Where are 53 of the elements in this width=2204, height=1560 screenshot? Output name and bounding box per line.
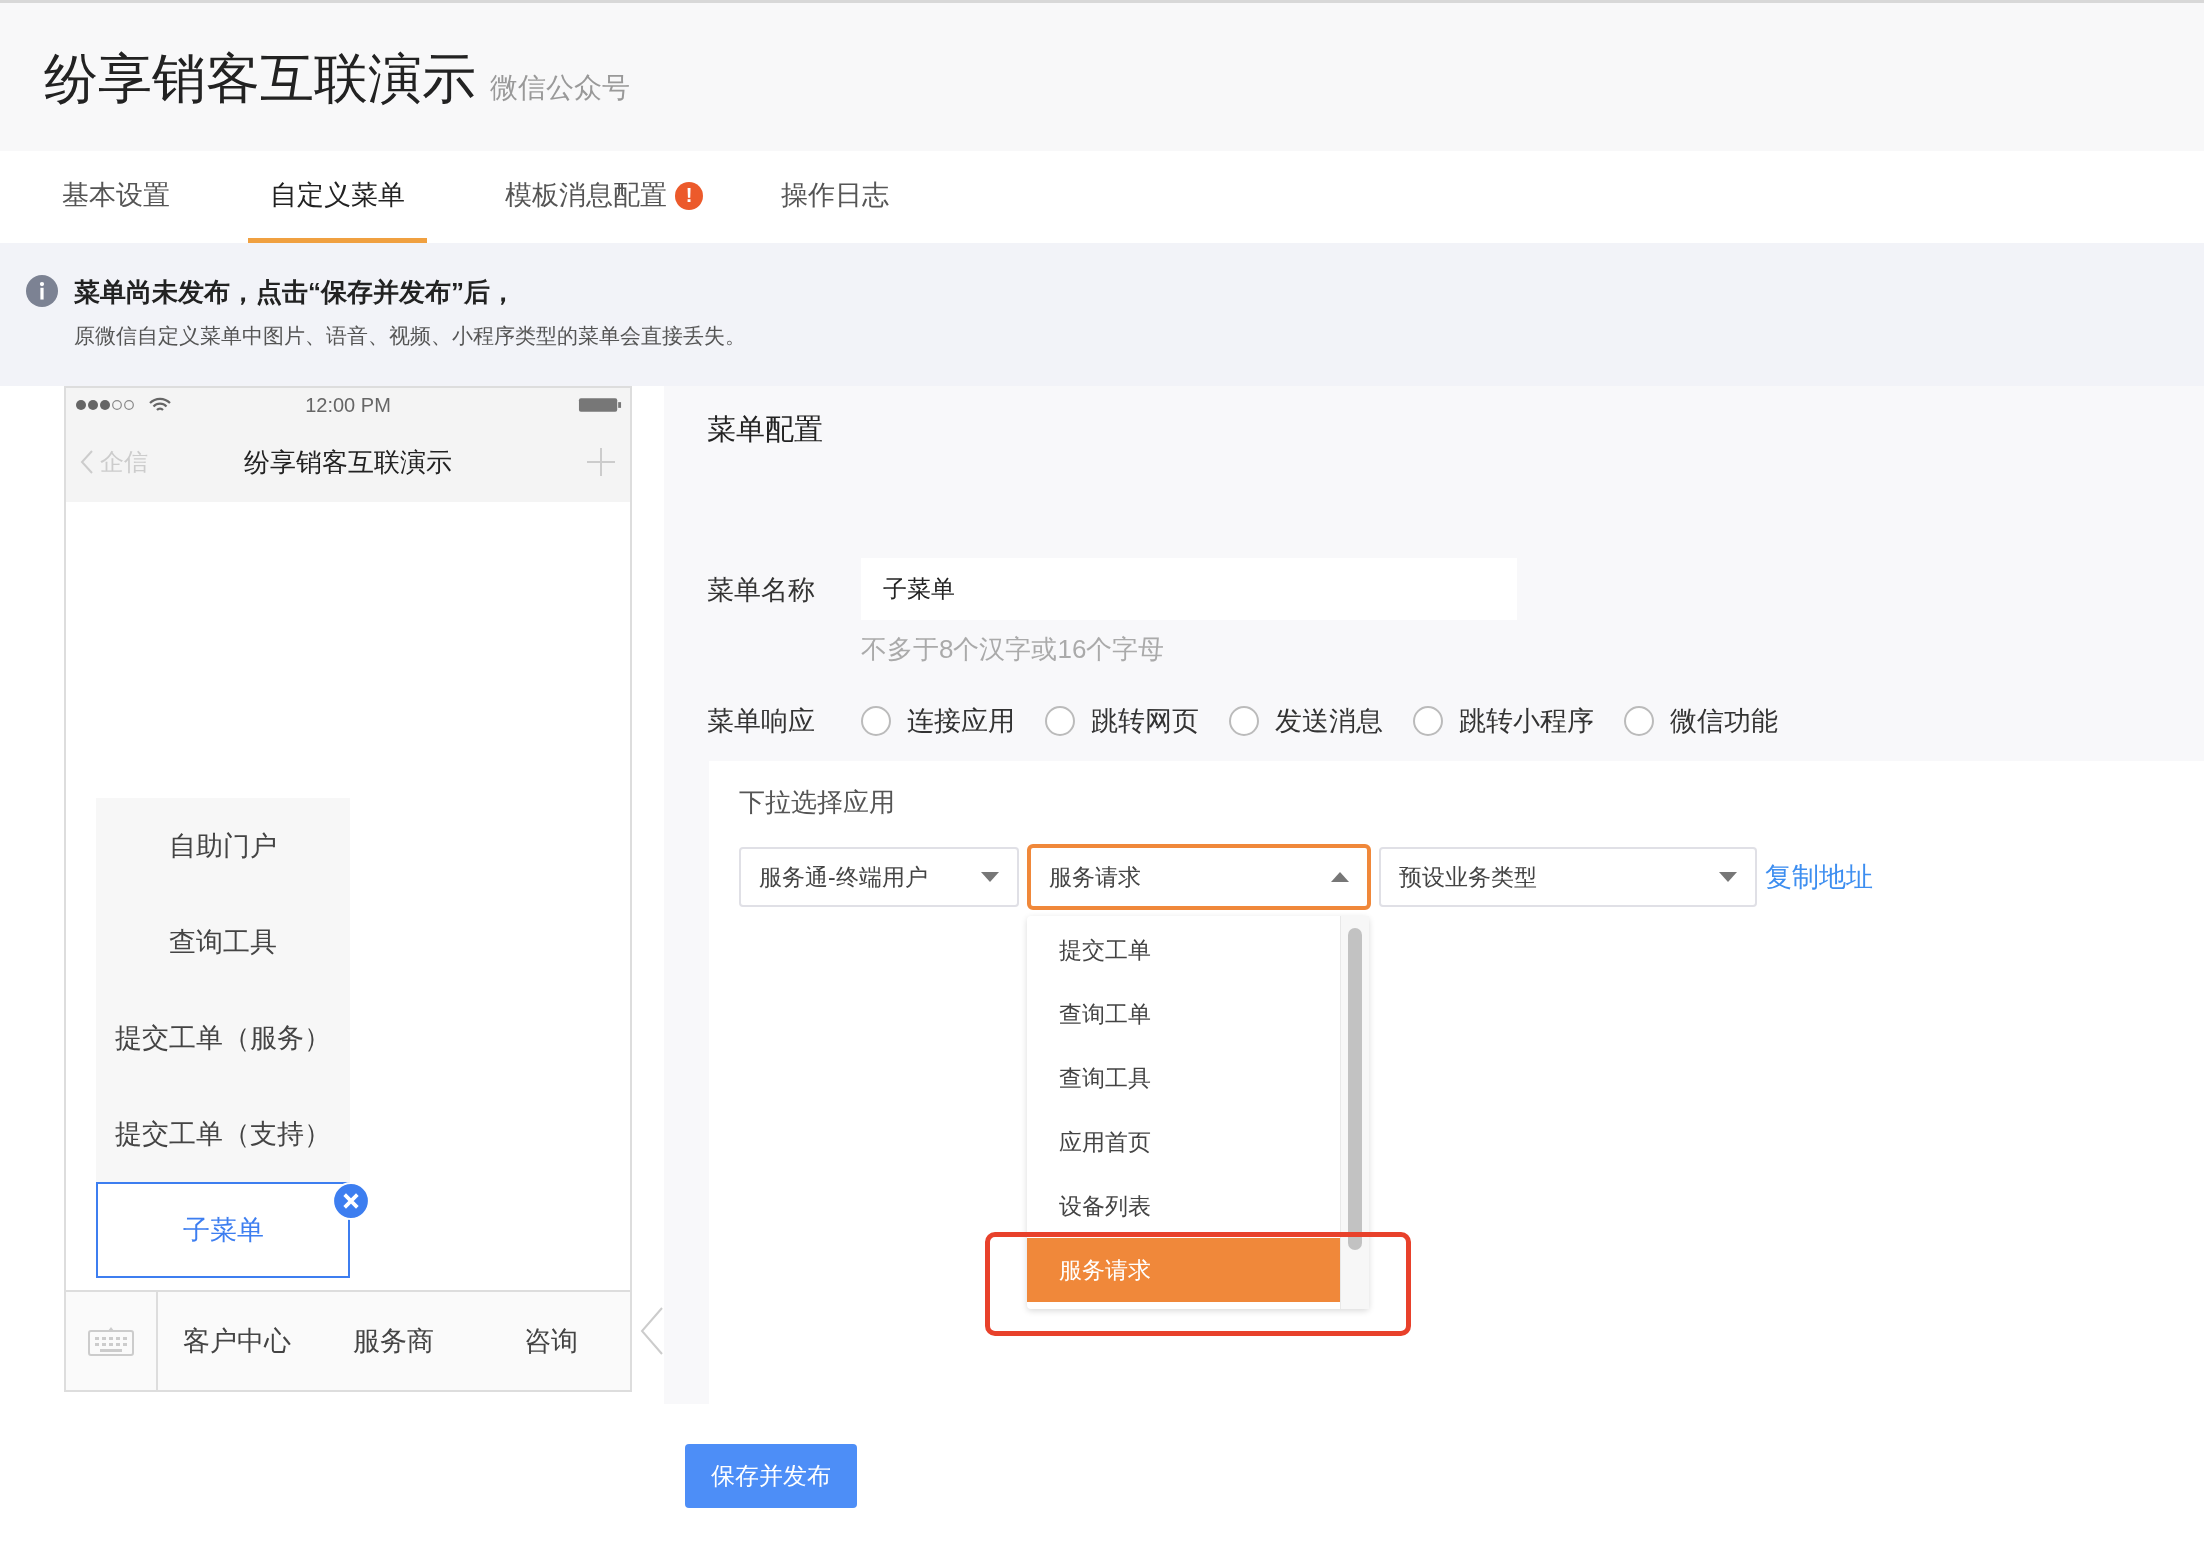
back-icon xyxy=(80,449,94,475)
submenu-item[interactable]: 提交工单（服务） xyxy=(96,990,350,1086)
radio-label: 跳转网页 xyxy=(1091,705,1199,738)
dropdown-option[interactable]: 查询工具 xyxy=(1027,1046,1340,1110)
submenu-item[interactable]: 查询工具 xyxy=(96,894,350,990)
field-label: 菜单名称 xyxy=(707,574,816,607)
radio-label: 发送消息 xyxy=(1275,705,1383,738)
field-label: 菜单响应 xyxy=(707,705,816,738)
dropdown-option[interactable]: 应用首页 xyxy=(1027,1110,1340,1174)
plus-icon[interactable] xyxy=(586,447,616,477)
info-icon xyxy=(26,275,58,307)
radio-label: 跳转小程序 xyxy=(1459,705,1594,738)
select-field[interactable]: 预设业务类型 xyxy=(1379,847,1757,907)
status-time: 12:00 PM xyxy=(305,393,391,417)
dropdown-option[interactable]: 设备列表 xyxy=(1027,1174,1340,1238)
field-hint: 不多于8个汉字或16个字母 xyxy=(861,633,1166,666)
scrollbar-thumb[interactable] xyxy=(1348,928,1362,1250)
select-field[interactable]: 服务通-终端用户 xyxy=(739,847,1019,907)
alert-badge: ! xyxy=(675,181,703,210)
name-input[interactable]: 子菜单 xyxy=(861,558,1517,620)
submenu-item[interactable]: 提交工单（支持） xyxy=(96,1086,350,1182)
radio-button[interactable] xyxy=(861,706,891,736)
section-title: 菜单配置 xyxy=(707,412,824,447)
notice-text: 原微信自定义菜单中图片、语音、视频、小程序类型的菜单会直接丢失。 xyxy=(74,323,746,349)
close-icon[interactable] xyxy=(332,1182,370,1220)
radio-button[interactable] xyxy=(1045,706,1075,736)
caret-icon xyxy=(1331,872,1349,882)
radio-label: 连接应用 xyxy=(907,705,1015,738)
tab[interactable]: 基本设置 xyxy=(40,151,192,243)
submenu-item[interactable]: 自助门户 xyxy=(96,798,350,894)
radio-button[interactable] xyxy=(1229,706,1259,736)
signal-icon xyxy=(74,398,136,412)
caret-icon xyxy=(1719,872,1737,882)
battery-icon xyxy=(578,397,622,413)
dropdown-option[interactable]: 提交工单 xyxy=(1027,918,1340,982)
caret-icon xyxy=(981,872,999,882)
page-title: 纷享销客互联演示 xyxy=(44,47,476,110)
radio-label: 微信功能 xyxy=(1670,705,1778,738)
select-field[interactable]: 服务请求 xyxy=(1027,844,1371,910)
radio-button[interactable] xyxy=(1413,706,1443,736)
submenu-item[interactable]: 子菜单 xyxy=(96,1182,350,1278)
keyboard-icon[interactable] xyxy=(88,1326,134,1356)
notice-title: 菜单尚未发布，点击“保存并发布”后， xyxy=(74,276,517,309)
page-subtitle: 微信公众号 xyxy=(490,71,630,105)
chat-title: 纷享销客互联演示 xyxy=(244,445,452,479)
menu-item[interactable]: 客户中心 xyxy=(158,1323,316,1359)
dropdown-option[interactable]: 查询工单 xyxy=(1027,982,1340,1046)
menu-item[interactable]: 咨询 xyxy=(472,1323,630,1359)
radio-button[interactable] xyxy=(1624,706,1654,736)
menu-item[interactable]: 服务商 xyxy=(315,1323,473,1359)
collapse-icon[interactable] xyxy=(640,1306,664,1356)
field-label: 下拉选择应用 xyxy=(739,786,896,819)
tab[interactable]: 操作日志 xyxy=(759,151,911,243)
